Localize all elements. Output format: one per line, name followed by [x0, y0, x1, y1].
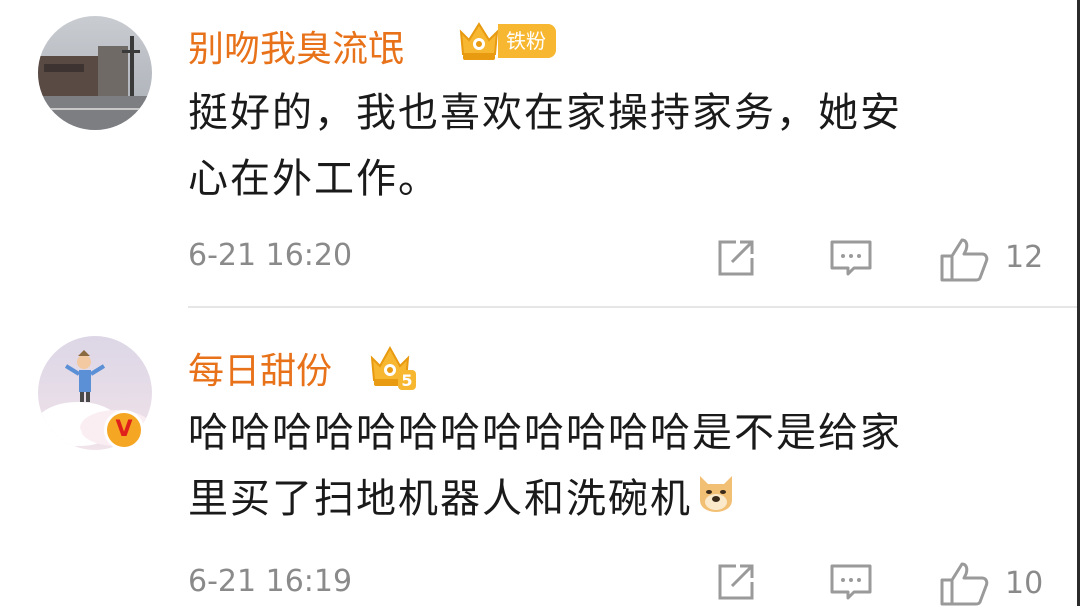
crown-icon: [459, 22, 499, 60]
like-count: 10: [1005, 566, 1044, 601]
comment-icon: [830, 564, 872, 600]
like-button[interactable]: [938, 236, 990, 288]
comment-text: 挺好的，我也喜欢在家操持家务，她安 心在外工作。: [188, 80, 1018, 212]
share-button[interactable]: [714, 560, 758, 608]
timestamp: 6-21 16:20: [188, 238, 353, 273]
reply-button[interactable]: [828, 560, 874, 608]
like-icon: [940, 238, 989, 282]
street-photo-avatar: [38, 16, 152, 130]
comment-icon: [830, 240, 872, 276]
like-button[interactable]: [938, 560, 990, 612]
avatar[interactable]: [38, 16, 152, 130]
username[interactable]: 别吻我臭流氓: [188, 20, 404, 72]
doge-emoji-icon: [700, 476, 732, 512]
fan-badge[interactable]: 铁粉: [455, 16, 556, 68]
reply-button[interactable]: [828, 236, 874, 284]
divider: [188, 306, 1077, 308]
like-icon: [940, 562, 989, 606]
comment-text-span: 里买了扫地机器人和洗碗机: [188, 476, 692, 522]
crown-level: 5: [401, 371, 412, 390]
timestamp: 6-21 16:19: [188, 564, 353, 599]
comment-text-line: 哈哈哈哈哈哈哈哈哈哈哈哈是不是给家: [188, 410, 902, 456]
share-icon: [718, 240, 754, 276]
comment-text-line: 挺好的，我也喜欢在家操持家务，她安: [188, 90, 902, 136]
verified-badge: V: [104, 410, 144, 450]
crown-icon: 5: [370, 345, 416, 390]
fan-badge[interactable]: 5: [366, 340, 418, 396]
like-count: 12: [1005, 240, 1044, 275]
comment-item: 别吻我臭流氓 铁粉 挺好的，我也喜欢在家操持家务，她安 心在外工作。 6-21 …: [0, 0, 1077, 308]
share-button[interactable]: [714, 236, 758, 284]
comment-text-line: 心在外工作。: [188, 156, 440, 202]
comment-text-line: 里买了扫地机器人和洗碗机: [188, 466, 1018, 534]
fan-badge-label: 铁粉: [498, 24, 556, 58]
username[interactable]: 每日甜份: [188, 342, 332, 394]
comment-text: 哈哈哈哈哈哈哈哈哈哈哈哈是不是给家 里买了扫地机器人和洗碗机: [188, 400, 1018, 534]
doge-emoji: [694, 468, 738, 534]
share-icon: [718, 564, 754, 600]
comment-item: V 每日甜份 5 哈哈哈哈哈哈哈哈哈哈哈哈是不是给家 里买了扫地机器人和洗碗机 …: [0, 322, 1077, 606]
